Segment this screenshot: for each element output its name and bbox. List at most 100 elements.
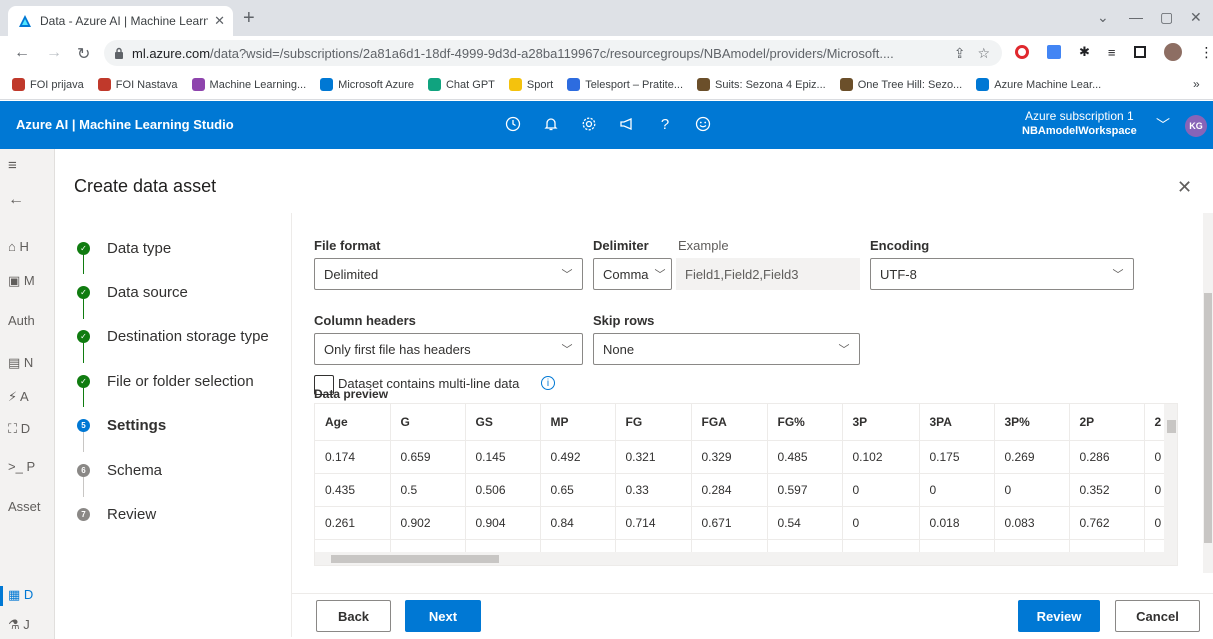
bookmark-star-icon[interactable]: ☆: [977, 45, 990, 62]
bookmark-item[interactable]: One Tree Hill: Sezo...: [839, 78, 962, 91]
preview-horizontal-scrollbar[interactable]: [315, 552, 1177, 565]
step-file-or-folder-selection[interactable]: ✓ File or folder selection: [77, 370, 254, 392]
bookmark-item[interactable]: Chat GPT: [427, 78, 495, 91]
history-clock-icon[interactable]: [503, 114, 523, 134]
encoding-dropdown[interactable]: UTF-8 ﹀: [870, 258, 1134, 290]
opera-extension-icon[interactable]: [1015, 45, 1029, 59]
feedback-smiley-icon[interactable]: [693, 114, 713, 134]
delimiter-dropdown[interactable]: Comma ﹀: [593, 258, 672, 290]
column-header: 3P: [842, 404, 920, 441]
translate-extension-icon[interactable]: [1047, 45, 1061, 59]
studio-brand[interactable]: Azure AI | Machine Learning Studio: [16, 117, 234, 132]
column-header: 3P%: [994, 404, 1070, 441]
url-omnibox[interactable]: ml.azure.com/data?wsid=/subscriptions/2a…: [104, 40, 1002, 66]
minimize-icon[interactable]: —: [1129, 9, 1143, 25]
bookmark-favicon-icon: [508, 78, 522, 91]
forward-arrow-icon[interactable]: →: [46, 44, 62, 62]
reading-list-icon[interactable]: ≡: [1108, 45, 1116, 60]
nav-home[interactable]: ⌂ H: [8, 239, 29, 254]
nav-designer[interactable]: ⛶ D: [8, 421, 30, 437]
chevron-down-icon[interactable]: ﹀: [1156, 115, 1170, 135]
step-review[interactable]: 7 Review: [77, 503, 156, 525]
chevron-down-icon: ﹀: [561, 344, 573, 356]
panel-title: Create data asset: [74, 176, 217, 196]
table-cell: 0.902: [390, 506, 466, 540]
step-schema[interactable]: 6 Schema: [77, 459, 162, 481]
nav-section-authoring: Auth: [8, 313, 35, 328]
table-cell: 0.54: [767, 506, 843, 540]
skip-rows-dropdown[interactable]: None ﹀: [593, 333, 860, 365]
home-icon: ⌂: [8, 239, 16, 254]
nav-prompt-flow[interactable]: >_ P: [8, 459, 35, 474]
subscription-switcher[interactable]: Azure subscription 1 NBAmodelWorkspace: [1022, 109, 1137, 139]
skip-rows-label: Skip rows: [593, 313, 655, 328]
nav-automated-ml[interactable]: ⚡ A: [8, 389, 29, 405]
table-cell: 0.269: [994, 440, 1070, 474]
browser-tab[interactable]: Data - Azure AI | Machine Learnin ✕: [8, 6, 233, 36]
tab-search-chevron-icon[interactable]: ⌄: [1097, 9, 1109, 26]
notifications-bell-icon[interactable]: [541, 114, 561, 134]
table-cell: 0.083: [994, 506, 1070, 540]
help-question-icon[interactable]: ?: [655, 114, 675, 134]
browser-menu-icon[interactable]: ⋮: [1200, 44, 1213, 61]
studio-left-nav: ≡ ← ⌂ H ▣ M Auth ▤ N ⚡ A ⛶ D >_ P Asset …: [0, 149, 55, 639]
file-format-dropdown[interactable]: Delimited ﹀: [314, 258, 583, 290]
table-cell: 0.352: [1069, 473, 1145, 507]
bookmark-item[interactable]: Microsoft Azure: [320, 78, 414, 91]
panel-vertical-scrollbar[interactable]: [1203, 213, 1213, 573]
column-header: G: [390, 404, 466, 441]
side-panel-icon[interactable]: [1133, 46, 1146, 58]
puzzle-extensions-icon[interactable]: ✱: [1079, 44, 1090, 60]
bookmark-item[interactable]: Azure Machine Lear...: [976, 78, 1101, 91]
collapse-arrow-icon[interactable]: ←: [8, 191, 24, 209]
back-arrow-icon[interactable]: ←: [14, 44, 30, 62]
encoding-label: Encoding: [870, 238, 930, 253]
preview-vertical-scrollbar[interactable]: [1164, 404, 1177, 552]
table-cell: 0.018: [919, 506, 995, 540]
panel-close-icon[interactable]: ✕: [1177, 177, 1192, 198]
cancel-button[interactable]: Cancel: [1115, 600, 1200, 632]
tab-close-icon[interactable]: ✕: [214, 13, 225, 29]
nav-model-catalog[interactable]: ▣ M: [8, 273, 35, 289]
new-tab-icon[interactable]: +: [243, 8, 255, 28]
scroll-thumb[interactable]: [331, 555, 499, 563]
back-button[interactable]: Back: [316, 600, 391, 632]
bookmark-item[interactable]: FOI prijava: [12, 78, 84, 91]
info-icon[interactable]: i: [541, 376, 555, 390]
table-cell: 0.492: [540, 440, 616, 474]
step-settings[interactable]: 5 Settings: [77, 414, 166, 436]
review-button[interactable]: Review: [1018, 600, 1100, 632]
settings-gear-icon[interactable]: [579, 114, 599, 134]
wizard-steps: ✓ Data type ✓ Data source ✓ Destination sto…: [55, 213, 292, 637]
window-close-icon[interactable]: ✕: [1190, 9, 1202, 26]
scroll-thumb[interactable]: [1204, 293, 1212, 543]
step-data-type[interactable]: ✓ Data type: [77, 237, 171, 259]
table-cell: 0.174: [315, 440, 391, 474]
restore-icon[interactable]: ▢: [1160, 9, 1173, 26]
bookmark-item[interactable]: Telesport – Pratite...: [567, 78, 683, 91]
bookmark-favicon-icon: [191, 78, 205, 91]
nav-jobs[interactable]: ⚗ J: [8, 617, 30, 633]
step-destination-storage-type[interactable]: ✓ Destination storage type: [77, 325, 269, 347]
nav-notebooks[interactable]: ▤ N: [8, 355, 33, 371]
next-button[interactable]: Next: [405, 600, 481, 632]
announcements-megaphone-icon[interactable]: [617, 114, 637, 134]
table-cell: 0: [919, 473, 995, 507]
step-data-source[interactable]: ✓ Data source: [77, 281, 188, 303]
column-headers-dropdown[interactable]: Only first file has headers ﹀: [314, 333, 583, 365]
bookmark-item[interactable]: Sport: [508, 78, 553, 91]
user-avatar[interactable]: KG: [1185, 115, 1207, 137]
table-cell: 0.261: [315, 506, 391, 540]
hamburger-menu-icon[interactable]: ≡: [8, 157, 17, 174]
nav-data[interactable]: ▦ D: [8, 587, 33, 603]
reload-icon[interactable]: ↻: [77, 44, 90, 64]
table-cell: 0.321: [615, 440, 692, 474]
profile-avatar[interactable]: [1163, 43, 1182, 61]
scroll-thumb[interactable]: [1167, 420, 1176, 433]
bookmark-item[interactable]: Machine Learning...: [191, 78, 306, 91]
bookmark-item[interactable]: Suits: Sezona 4 Epiz...: [697, 78, 826, 91]
settings-form: File format Delimited ﹀ Delimiter Comma ﹀ …: [292, 213, 1208, 593]
bookmark-item[interactable]: FOI Nastava: [97, 78, 178, 91]
bookmarks-overflow-icon[interactable]: »: [1193, 77, 1200, 91]
share-icon[interactable]: ⇪: [954, 45, 966, 62]
